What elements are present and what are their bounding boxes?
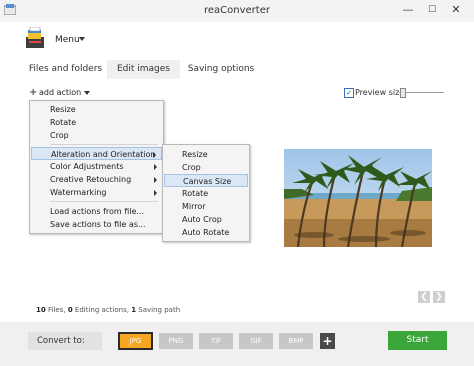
preview-size-slider-thumb[interactable]	[400, 88, 406, 98]
menu-item-label: Load actions from file...	[50, 207, 145, 216]
add-action-menu: Resize Rotate Crop Alteration and Orient…	[29, 100, 164, 234]
submenu-item-rotate[interactable]: Rotate	[164, 187, 248, 200]
files-count: 10	[36, 306, 46, 314]
files-label: Files,	[47, 306, 66, 314]
menu-item-alteration-and-orientation[interactable]: Alteration and Orientation	[31, 147, 162, 160]
title-bar: reaConverter — ☐ ✕	[0, 0, 474, 22]
menu-button[interactable]: Menu	[55, 35, 80, 45]
submenu-item-crop[interactable]: Crop	[164, 161, 248, 174]
menu-item-resize[interactable]: Resize	[31, 103, 162, 116]
menu-item-label: Save actions to file as...	[50, 220, 146, 229]
menu-item-label: Resize	[50, 105, 76, 114]
menu-item-color-adjustments[interactable]: Color Adjustments	[31, 160, 162, 173]
plus-icon: +	[29, 87, 38, 98]
summary-stats: 10 Files, 0 Editing actions, 1 Saving pa…	[36, 306, 180, 314]
menu-item-label: Color Adjustments	[50, 162, 124, 171]
saving-path-count: 1	[131, 306, 137, 314]
chevron-right-icon	[154, 177, 157, 183]
reaconverter-logo-icon[interactable]	[25, 27, 45, 49]
saving-path-label: Saving path	[138, 306, 181, 314]
tab-files-and-folders[interactable]: Files and folders	[27, 60, 104, 79]
menu-item-label: Alteration and Orientation	[51, 150, 156, 159]
menu-item-label: Auto Crop	[182, 215, 222, 224]
submenu-item-auto-rotate[interactable]: Auto Rotate	[164, 226, 248, 239]
tab-saving-options[interactable]: Saving options	[184, 60, 258, 79]
convert-to-label: Convert to:	[28, 332, 102, 350]
menu-item-label: Canvas Size	[183, 177, 232, 186]
start-button[interactable]: Start	[388, 331, 447, 350]
menu-separator	[50, 201, 158, 202]
editing-actions-count: 0	[67, 306, 73, 314]
chevron-right-icon	[153, 152, 156, 158]
format-gif-button[interactable]: GIF	[239, 333, 273, 349]
add-format-button[interactable]: +	[320, 333, 335, 349]
menu-item-label: Rotate	[182, 189, 209, 198]
submenu-item-auto-crop[interactable]: Auto Crop	[164, 213, 248, 226]
format-png-button[interactable]: PNG	[159, 333, 193, 349]
menu-item-label: Watermarking	[50, 188, 107, 197]
menu-item-label: Mirror	[182, 202, 206, 211]
menu-item-label: Crop	[50, 131, 69, 140]
menu-item-load-actions[interactable]: Load actions from file...	[31, 205, 162, 218]
close-button[interactable]: ✕	[445, 2, 467, 18]
menu-chevron-down-icon[interactable]	[79, 37, 85, 41]
maximize-button[interactable]: ☐	[421, 2, 443, 18]
tab-edit-images[interactable]: Edit images	[107, 60, 180, 79]
menu-item-label: Resize	[182, 150, 208, 159]
submenu-item-resize[interactable]: Resize	[164, 148, 248, 161]
preview-size-checkbox[interactable]: ✓	[344, 88, 354, 98]
menu-separator	[50, 144, 158, 145]
format-tif-button[interactable]: TIF	[199, 333, 233, 349]
menu-item-label: Auto Rotate	[182, 228, 230, 237]
minimize-button[interactable]: —	[397, 2, 419, 18]
image-preview	[284, 149, 432, 247]
chevron-right-icon	[154, 164, 157, 170]
preview-size-slider-track[interactable]	[401, 92, 444, 93]
menu-item-save-actions[interactable]: Save actions to file as...	[31, 218, 162, 231]
add-action-button[interactable]: + add action	[29, 86, 91, 100]
editing-actions-label: Editing actions,	[74, 306, 129, 314]
menu-item-label: Rotate	[50, 118, 77, 127]
alteration-submenu: Resize Crop Canvas Size Rotate Mirror Au…	[162, 144, 250, 242]
menu-item-rotate[interactable]: Rotate	[31, 116, 162, 129]
next-image-button[interactable]: ❯	[433, 291, 445, 303]
submenu-item-mirror[interactable]: Mirror	[164, 200, 248, 213]
menu-item-crop[interactable]: Crop	[31, 129, 162, 142]
chevron-down-icon	[84, 90, 91, 95]
menu-item-label: Crop	[182, 163, 201, 172]
chevron-right-icon	[154, 190, 157, 196]
previous-image-button[interactable]: ❮	[418, 291, 430, 303]
format-bmp-button[interactable]: BMP	[279, 333, 313, 349]
menu-item-creative-retouching[interactable]: Creative Retouching	[31, 173, 162, 186]
menu-item-watermarking[interactable]: Watermarking	[31, 186, 162, 199]
submenu-item-canvas-size[interactable]: Canvas Size	[164, 174, 248, 187]
format-jpg-button[interactable]: JPG	[118, 332, 153, 350]
add-action-label: add action	[39, 88, 82, 97]
menu-item-label: Creative Retouching	[50, 175, 132, 184]
